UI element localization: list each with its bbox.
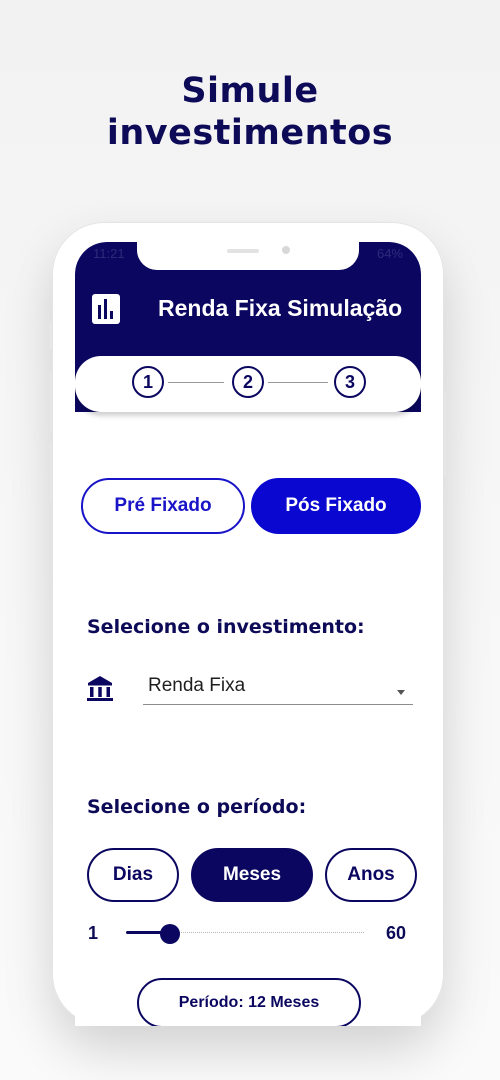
period-section-label: Selecione o período: (87, 796, 307, 818)
period-slider[interactable] (126, 924, 364, 944)
slider-max-label: 60 (386, 923, 407, 943)
phone-side-button (444, 392, 447, 476)
investment-select-value: Renda Fixa (148, 675, 246, 696)
headline: Simule investimentos (0, 70, 500, 154)
step-connector (268, 382, 328, 383)
period-summary-chip[interactable]: Período: 12 Meses (137, 978, 361, 1026)
stepper: 1 2 3 (75, 356, 421, 412)
bar-chart-icon (92, 294, 120, 324)
slider-min-label: 1 (88, 923, 99, 943)
step-connector (168, 382, 224, 383)
chevron-down-icon (397, 690, 405, 695)
dias-button[interactable]: Dias (87, 848, 179, 902)
phone-mockup: 11:21 64% Renda Fixa Simulação 1 2 3 Pré… (49, 222, 447, 1026)
bank-icon (87, 676, 113, 701)
meses-button[interactable]: Meses (191, 848, 313, 902)
step-1[interactable]: 1 (132, 366, 164, 398)
investment-select[interactable]: Renda Fixa (143, 670, 413, 705)
speaker-grille (227, 249, 259, 253)
investment-section-label: Selecione o investimento: (87, 616, 365, 638)
app-title: Renda Fixa Simulação (158, 295, 403, 321)
pos-fixado-button[interactable]: Pós Fixado (251, 478, 421, 534)
step-2[interactable]: 2 (232, 366, 264, 398)
slider-thumb[interactable] (160, 924, 181, 944)
headline-line-2: investimentos (106, 113, 394, 153)
status-battery: 64% (376, 246, 403, 261)
step-3[interactable]: 3 (334, 366, 366, 398)
phone-side-button (49, 372, 52, 432)
anos-button[interactable]: Anos (325, 848, 417, 902)
phone-side-button (49, 442, 52, 502)
phone-side-button (49, 322, 52, 350)
app-screen: 11:21 64% Renda Fixa Simulação 1 2 3 Pré… (75, 242, 421, 1026)
phone-notch (137, 242, 359, 270)
pre-fixado-button[interactable]: Pré Fixado (81, 478, 245, 534)
camera-icon (282, 246, 290, 254)
status-time: 11:21 (93, 246, 125, 261)
headline-line-1: Simule (181, 71, 319, 111)
